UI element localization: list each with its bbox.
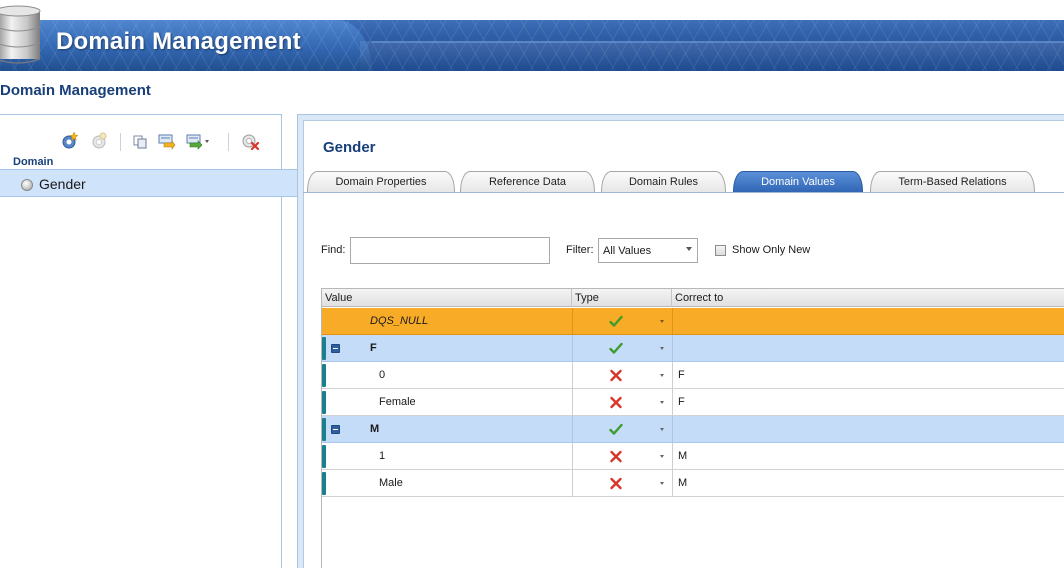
export-dropdown-icon[interactable] [205, 140, 209, 143]
group-indicator [322, 445, 326, 468]
collapse-icon[interactable] [331, 344, 340, 353]
tab-reference-data[interactable]: Reference Data [460, 171, 595, 193]
filter-label: Filter: [566, 244, 594, 256]
copy-icon[interactable] [130, 131, 150, 151]
correct-to-cell: F [678, 369, 685, 381]
error-x-icon [610, 369, 622, 382]
filter-selected-value: All Values [603, 245, 652, 257]
tab-domain-properties[interactable]: Domain Properties [307, 171, 455, 193]
group-indicator [322, 337, 326, 360]
page-title: Domain Management [0, 82, 151, 99]
value-cell: 1 [379, 450, 386, 462]
export-icon[interactable] [184, 131, 204, 151]
filter-dropdown[interactable]: All Values [598, 238, 698, 263]
group-indicator [322, 418, 326, 441]
table-row[interactable]: M [322, 416, 1064, 443]
type-dropdown-icon[interactable] [660, 482, 664, 485]
table-row[interactable]: F [322, 335, 1064, 362]
check-icon [609, 423, 623, 435]
toolbar-separator [120, 133, 121, 151]
value-cell: Male [379, 477, 403, 489]
find-label: Find: [321, 244, 346, 256]
table-row[interactable]: 1 M [322, 443, 1064, 470]
group-indicator [322, 391, 326, 414]
type-dropdown-icon[interactable] [660, 428, 664, 431]
show-only-new-checkbox[interactable] [715, 245, 726, 256]
chevron-down-icon [686, 247, 692, 251]
domain-title: Gender [323, 139, 376, 156]
app-banner: Domain Management [0, 0, 1064, 71]
column-header-type[interactable]: Type [572, 289, 672, 307]
domain-item-label: Gender [39, 176, 86, 192]
domain-node-icon [21, 179, 33, 191]
domain-toolbar [60, 131, 270, 153]
correct-to-cell: F [678, 396, 685, 408]
check-icon [609, 315, 623, 327]
type-dropdown-icon[interactable] [660, 347, 664, 350]
type-dropdown-icon[interactable] [660, 374, 664, 377]
toolbar-separator [228, 133, 229, 151]
correct-to-cell: M [678, 450, 688, 462]
check-icon [609, 342, 623, 354]
table-row[interactable]: DQS_NULL [322, 308, 1064, 335]
collapse-icon[interactable] [331, 425, 340, 434]
tab-term-based-relations[interactable]: Term-Based Relations [870, 171, 1035, 193]
error-x-icon [610, 450, 622, 463]
error-x-icon [610, 477, 622, 490]
tab-domain-values[interactable]: Domain Values [733, 171, 863, 193]
group-indicator [322, 364, 326, 387]
tab-domain-rules[interactable]: Domain Rules [601, 171, 726, 193]
value-cell: DQS_NULL [370, 315, 429, 327]
value-cell: F [370, 342, 377, 354]
group-indicator [322, 472, 326, 495]
banner-highlight [372, 41, 1064, 43]
table-row[interactable]: Female F [322, 389, 1064, 416]
correct-to-cell: M [678, 477, 688, 489]
column-header-correct-to[interactable]: Correct to [672, 289, 1064, 307]
app-title: Domain Management [56, 28, 301, 55]
table-row[interactable]: 0 F [322, 362, 1064, 389]
domain-values-grid: Value Type Correct to DQS_NULL F 0 F Fem… [321, 288, 1064, 568]
domain-column-label: Domain [13, 156, 54, 168]
column-header-value[interactable]: Value [322, 289, 572, 307]
value-cell: M [370, 423, 380, 435]
table-row[interactable]: Male M [322, 470, 1064, 497]
tabs-baseline [303, 192, 1064, 193]
delete-domain-icon[interactable] [240, 131, 260, 151]
create-domain-icon[interactable] [60, 131, 80, 151]
domain-list-panel: Domain Gender [0, 114, 303, 568]
grid-header: Value Type Correct to [322, 289, 1064, 307]
import-icon[interactable] [156, 131, 176, 151]
show-only-new-label: Show Only New [732, 244, 811, 256]
value-cell: Female [379, 396, 416, 408]
value-cell: 0 [379, 369, 386, 381]
type-dropdown-icon[interactable] [660, 320, 664, 323]
reference-icon[interactable] [89, 131, 109, 151]
type-dropdown-icon[interactable] [660, 401, 664, 404]
error-x-icon [610, 396, 622, 409]
domain-item-gender[interactable]: Gender [0, 169, 303, 197]
find-input[interactable] [350, 237, 550, 264]
type-dropdown-icon[interactable] [660, 455, 664, 458]
database-icon [0, 5, 41, 64]
